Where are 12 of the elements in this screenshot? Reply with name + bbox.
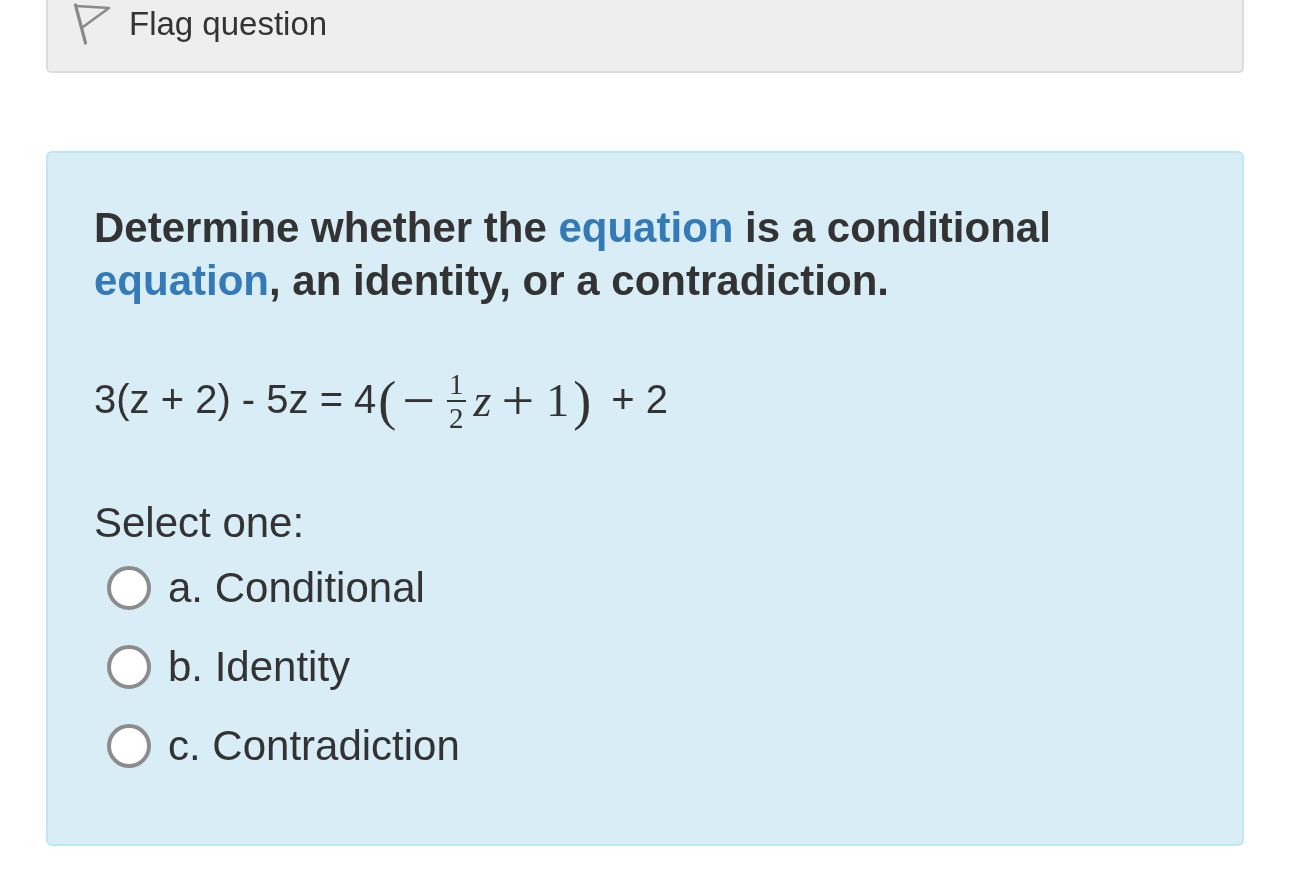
radio-button[interactable]: [107, 565, 151, 610]
glossary-link[interactable]: equation: [558, 204, 734, 251]
select-one-label: Select one:: [94, 498, 306, 548]
answer-option[interactable]: a. Conditional: [168, 562, 425, 613]
radio-button[interactable]: [107, 644, 151, 689]
answer-option[interactable]: b. Identity: [168, 641, 351, 692]
glossary-link[interactable]: equation: [94, 257, 269, 304]
flag-question-button[interactable]: Flag question: [73, 3, 328, 45]
flag-icon: [73, 3, 111, 45]
radio-button[interactable]: [107, 723, 151, 768]
answer-option[interactable]: c. Contradiction: [168, 720, 460, 771]
question-text: Determine whether the equation is a conditional equation, an identity, or a contradiction.: [94, 203, 1052, 306]
